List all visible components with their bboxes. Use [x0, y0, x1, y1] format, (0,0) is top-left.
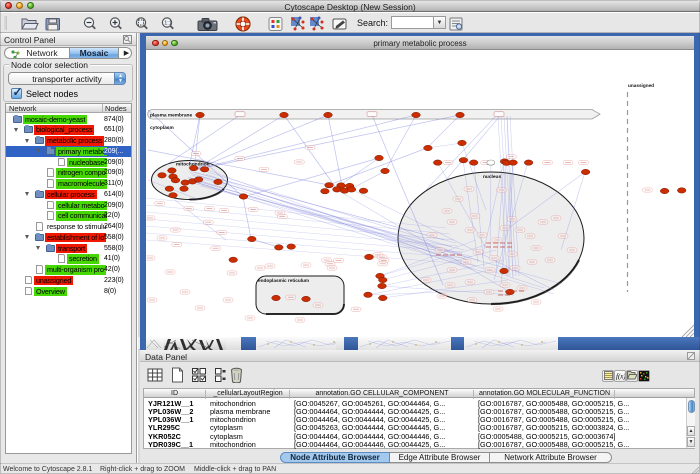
svg-text:endoplasmic reticulum: endoplasmic reticulum [258, 278, 309, 283]
svg-text:cytoplasm: cytoplasm [150, 125, 174, 131]
svg-text:f(x): f(x) [616, 373, 625, 381]
svg-text:1:1: 1:1 [164, 21, 172, 27]
svg-text:plasma membrane: plasma membrane [150, 113, 192, 119]
svg-text:unassigned: unassigned [628, 83, 654, 88]
svg-text:nucleus: nucleus [483, 174, 501, 180]
